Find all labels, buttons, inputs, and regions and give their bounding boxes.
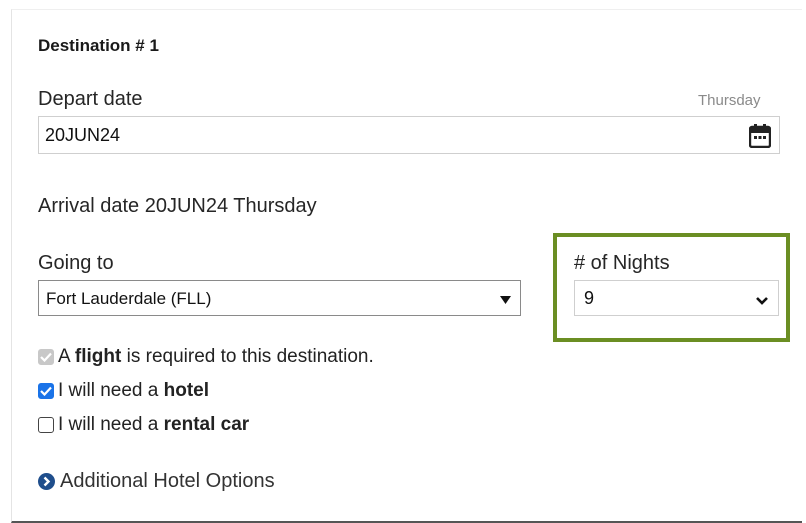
flight-text-prefix: A <box>58 346 75 367</box>
nights-selected: 9 <box>584 288 595 308</box>
rental-car-row[interactable]: I will need a rental car <box>38 414 249 436</box>
nights-select[interactable]: 9 <box>574 280 779 316</box>
car-text-prefix: I will need a <box>58 414 164 435</box>
arrival-date-text: Arrival date 20JUN24 Thursday <box>38 195 317 217</box>
calendar-icon[interactable] <box>748 124 772 153</box>
additional-hotel-options-label: Additional Hotel Options <box>60 470 275 492</box>
hotel-text-prefix: I will need a <box>58 380 164 401</box>
depart-date-value: 20JUN24 <box>45 125 121 145</box>
hotel-checkbox[interactable] <box>38 383 54 399</box>
hotel-row[interactable]: I will need a hotel <box>38 380 209 402</box>
depart-weekday-hint: Thursday <box>698 92 761 109</box>
depart-date-label: Depart date <box>38 88 143 110</box>
chevron-right-circle-icon <box>38 473 55 490</box>
rental-car-checkbox[interactable] <box>38 417 54 433</box>
chevron-down-icon <box>755 293 769 311</box>
flight-required-row: A flight is required to this destination… <box>38 346 374 368</box>
nights-label: # of Nights <box>574 252 670 274</box>
dropdown-arrow-icon <box>500 292 511 310</box>
depart-date-input[interactable]: 20JUN24 <box>38 116 780 154</box>
flight-text-suffix: is required to this destination. <box>121 346 374 367</box>
flight-checkbox <box>38 349 54 365</box>
flight-text-bold: flight <box>74 346 122 367</box>
going-to-label: Going to <box>38 252 114 274</box>
hotel-text-bold: hotel <box>163 380 210 401</box>
section-title: Destination # 1 <box>38 36 159 55</box>
car-text-bold: rental car <box>163 414 250 435</box>
additional-hotel-options-link[interactable]: Additional Hotel Options <box>38 470 275 493</box>
going-to-select[interactable]: Fort Lauderdale (FLL) <box>38 280 521 316</box>
going-to-selected: Fort Lauderdale (FLL) <box>46 289 212 308</box>
